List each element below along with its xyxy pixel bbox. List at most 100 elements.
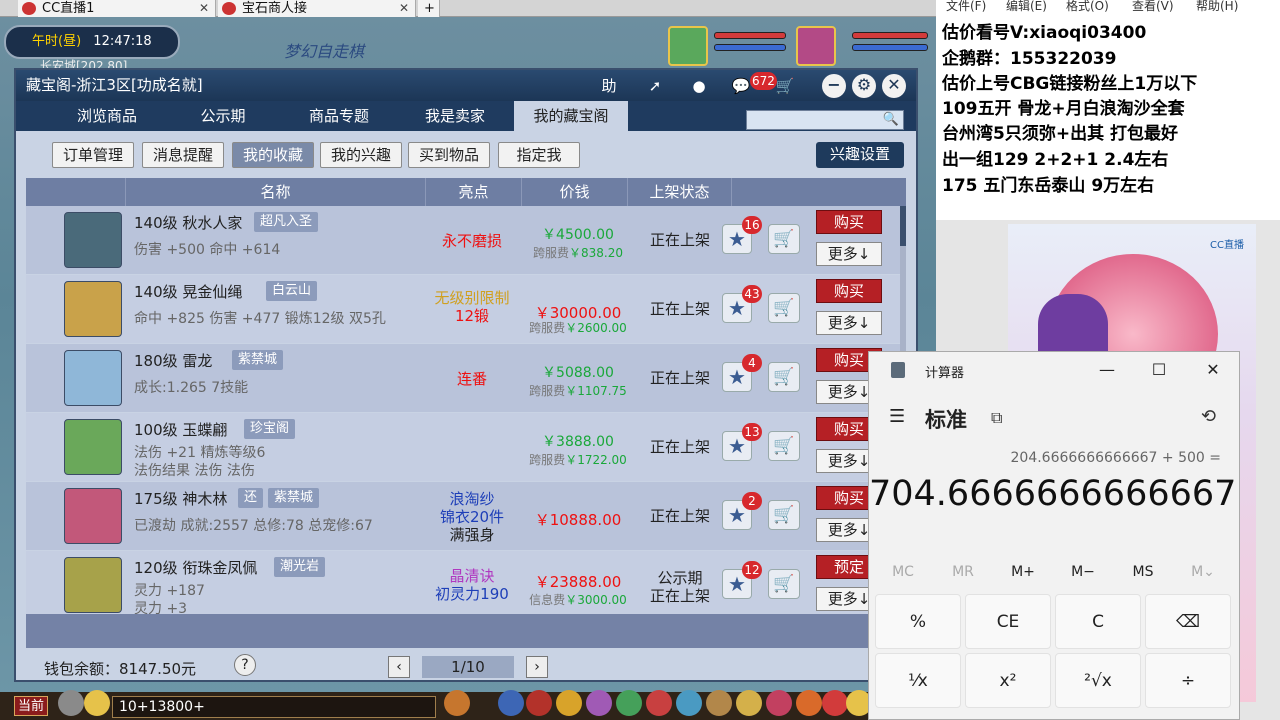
buy-button[interactable]: 购买 [816,210,882,234]
cart-icon[interactable]: 🛒 [772,74,798,98]
scrollbar-thumb[interactable] [900,206,906,246]
quick-item-icon[interactable] [444,690,470,716]
menu-format[interactable]: 格式(O) [1066,0,1109,14]
settings-button[interactable]: ⚙ [852,74,876,98]
item-image[interactable] [64,557,122,613]
search-input[interactable]: 🔍 [746,110,904,130]
mail-icon[interactable] [766,690,792,716]
reciprocal-button[interactable]: ¹⁄x [875,653,961,708]
friend-icon[interactable] [616,690,642,716]
clear-entry-button[interactable]: CE [965,594,1051,649]
divide-button[interactable]: ÷ [1145,653,1231,708]
close-button[interactable]: ✕ [1193,358,1233,382]
menu-icon[interactable]: ☰ [889,406,905,427]
emoji-icon[interactable] [84,690,110,716]
next-page-button[interactable]: › [526,656,548,678]
more-button[interactable]: 更多↓ [816,242,882,266]
close-icon[interactable]: ✕ [399,0,409,17]
menu-view[interactable]: 查看(V) [1132,0,1174,14]
minimize-button[interactable]: − [822,74,846,98]
interest-settings-button[interactable]: 兴趣设置 [816,142,904,168]
mr-button[interactable]: MR [933,564,993,580]
tab-seller[interactable]: 我是卖家 [398,101,512,131]
item-image[interactable] [64,419,122,475]
m-list-button[interactable]: M⌄ [1173,564,1233,580]
team-icon[interactable] [556,690,582,716]
game-clock: 午时(昼) 12:47:18 [4,25,180,59]
system-icon[interactable] [706,690,732,716]
item-image[interactable] [64,350,122,406]
tab-public[interactable]: 公示期 [166,101,280,131]
tab-browse[interactable]: 浏览商品 [50,101,164,131]
keep-on-top-icon[interactable]: ⧉ [991,408,1002,428]
m-plus-button[interactable]: M+ [993,564,1053,580]
add-cart-icon[interactable]: 🛒 [768,431,800,461]
search-icon[interactable]: 🔍 [883,112,899,127]
trade-icon[interactable] [736,690,762,716]
table-row[interactable]: 120级 衔珠金凤佩 潮光岩 灵力 +187 灵力 +3 晶清诀 初灵力190 … [26,551,900,614]
channel-button[interactable]: 当前 [14,696,48,716]
minimize-button[interactable]: — [1087,358,1127,382]
menu-edit[interactable]: 编辑(E) [1006,0,1047,14]
square-button[interactable]: x² [965,653,1051,708]
message-remind-button[interactable]: 消息提醒 [142,142,224,168]
table-row[interactable]: 100级 玉蝶翩 珍宝阁 法伤 +21 精炼等级6 法伤结果 法伤 法伤 ￥38… [26,413,900,481]
my-interest-button[interactable]: 我的兴趣 [320,142,402,168]
chat-input[interactable]: 10+13800+ [112,696,436,718]
bag-icon[interactable] [526,690,552,716]
sqrt-button[interactable]: ²√x [1055,653,1141,708]
purchased-button[interactable]: 买到物品 [408,142,490,168]
table-row[interactable]: 175级 神木林 还 紫禁城 已渡劫 成就:2557 总修:78 总宠修:67 … [26,482,900,550]
item-image[interactable] [64,488,122,544]
backspace-button[interactable]: ⌫ [1145,594,1231,649]
menu-file[interactable]: 文件(F) [946,0,986,14]
help-button[interactable]: 助 [596,74,622,98]
record-icon[interactable]: ● [686,74,712,98]
pet-mp-bar [714,44,786,51]
skill-icon[interactable] [498,690,524,716]
close-icon[interactable]: ✕ [199,0,209,17]
maximize-button[interactable]: ☐ [1139,358,1179,382]
player-avatar[interactable] [796,26,836,66]
pet-icon[interactable] [586,690,612,716]
item-image[interactable] [64,212,122,268]
my-favorites-button[interactable]: 我的收藏 [232,142,314,168]
tab-topics[interactable]: 商品专题 [282,101,396,131]
table-row[interactable]: 180级 雷龙 紫禁城 成长:1.265 7技能 连番 ￥5088.00 跨服费… [26,344,900,412]
menu-help[interactable]: 帮助(H) [1196,0,1238,14]
add-cart-icon[interactable]: 🛒 [768,293,800,323]
new-tab-button[interactable]: + [418,0,440,17]
m-minus-button[interactable]: M− [1053,564,1113,580]
help-icon[interactable]: ? [234,654,256,676]
table-row[interactable]: 140级 秋水人家 超凡入圣 伤害 +500 命中 +614 永不磨损 ￥450… [26,206,900,274]
clear-button[interactable]: C [1055,594,1141,649]
table-row[interactable]: 140级 晃金仙绳 白云山 命中 +825 伤害 +477 锻炼12级 双5孔 … [26,275,900,343]
item-image[interactable] [64,281,122,337]
share-icon[interactable]: ➚ [642,74,668,98]
percent-button[interactable]: % [875,594,961,649]
add-cart-icon[interactable]: 🛒 [768,569,800,599]
browser-tab-cc[interactable]: CC直播1 ✕ [18,0,216,17]
order-manage-button[interactable]: 订单管理 [52,142,134,168]
buy-button[interactable]: 购买 [816,279,882,303]
guild-icon[interactable] [646,690,672,716]
pet-avatar[interactable] [668,26,708,66]
prev-page-button[interactable]: ‹ [388,656,410,678]
notification-icon[interactable] [822,690,848,716]
tab-my-pavilion[interactable]: 我的藏宝阁 [514,101,628,131]
add-cart-icon[interactable]: 🛒 [768,500,800,530]
add-cart-icon[interactable]: 🛒 [768,362,800,392]
browser-tab-gem[interactable]: 宝石商人接 ✕ [218,0,416,17]
mc-button[interactable]: MC [873,564,933,580]
assigned-me-button[interactable]: 指定我 [498,142,580,168]
fee-label: 跨服费 [532,246,569,260]
microphone-icon[interactable] [58,690,84,716]
mission-icon[interactable] [676,690,702,716]
history-icon[interactable]: ⟲ [1201,406,1216,427]
ms-button[interactable]: MS [1113,564,1173,580]
close-button[interactable]: ✕ [882,74,906,98]
note-line: 台州湾5只须弥+出其 打包最好 [942,124,1178,144]
shop-icon[interactable] [796,690,822,716]
add-cart-icon[interactable]: 🛒 [768,224,800,254]
more-button[interactable]: 更多↓ [816,311,882,335]
